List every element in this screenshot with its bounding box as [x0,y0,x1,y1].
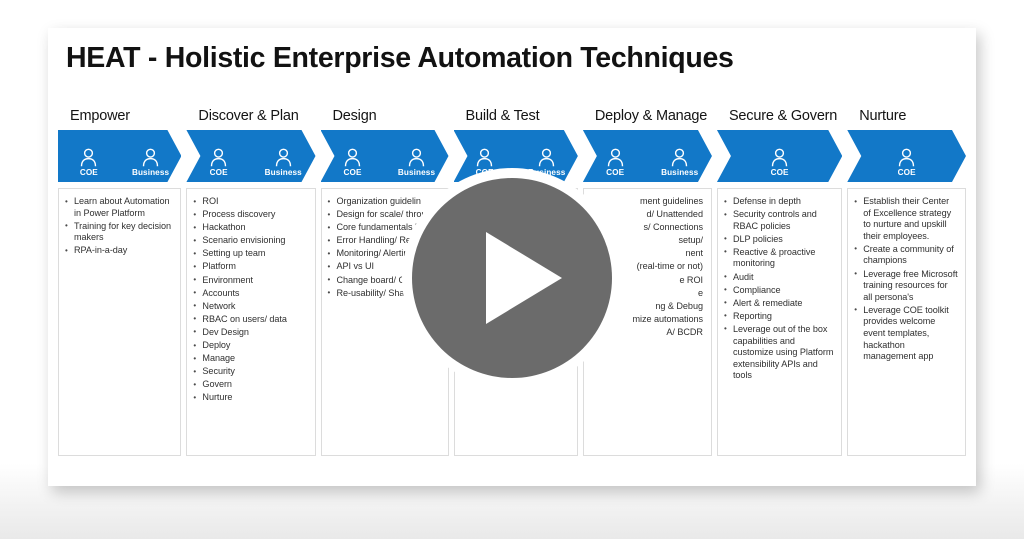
list-item: Reactive & proactive monitoring [722,246,835,270]
list-item: Learn about Automation in Power Platform [63,195,174,219]
list-item: Platform [191,261,308,273]
list-item: RPA-in-a-day [63,245,174,257]
persona: COE [58,148,120,182]
person-icon [898,148,915,167]
list-item: Manage [191,353,308,365]
phase-item-list: Defense in depthSecurity controls and RB… [722,196,835,382]
persona-label: COE [79,168,98,177]
list-item: Security [191,366,308,378]
list-item: Scenario envisioning [191,235,308,247]
list-item: Security controls and RBAC policies [722,209,835,232]
person-icon [607,148,624,167]
persona: Business [385,148,449,182]
persona-label: Business [661,168,699,177]
play-button-circle[interactable] [412,178,612,378]
phase-column: Empower COE Business Learn about Automation… [58,106,182,474]
persona-label: COE [770,168,789,177]
list-item: Reporting [722,310,835,323]
persona-label: COE [209,168,228,177]
list-item: Dev Design [191,326,308,339]
persona: COE [186,148,251,182]
phase-column: Nurture COE Establish their Center of Exce… [847,106,966,474]
page-title: HEAT - Holistic Enterprise Automation Te… [66,42,734,74]
phase-header: Empower [70,108,130,124]
person-icon [538,148,555,167]
phase-item-list: Learn about Automation in Power Platform… [63,195,174,257]
persona-label: Business [131,168,170,177]
person-icon [771,148,788,167]
person-icon [275,148,292,167]
person-icon [476,148,493,167]
list-item: Establish their Center of Excellence str… [852,195,959,242]
persona-label: Business [264,168,302,177]
person-icon [80,148,97,167]
phase-column: Secure & Govern COE Defense in depthSecuri… [716,106,843,474]
phase-content-box: ROIProcess discoveryHackathonScenario en… [186,188,316,456]
persona: COE [321,148,385,182]
persona: COE [583,148,648,182]
list-item: Compliance [722,284,835,297]
phase-chevron: COE Business [583,130,712,182]
list-item: Network [191,300,308,313]
list-item: Process discovery [191,209,308,221]
phase-column: Discover & Plan COE Business ROIProcess dis… [186,106,316,474]
phase-header: Build & Test [465,108,540,124]
list-item: Alert & remediate [722,297,835,310]
phase-chevron: COE [717,130,842,182]
list-item: Deploy [191,340,308,352]
persona-label: COE [897,168,916,177]
phase-chevron: COE Business [186,130,315,182]
phase-header: Secure & Govern [728,108,838,124]
list-item: Setting up team [191,248,308,260]
persona: Business [251,148,316,182]
person-icon [142,148,159,167]
persona-label: COE [343,168,362,177]
persona: Business [647,148,712,182]
list-item: Leverage free Microsoft training resourc… [852,268,959,304]
list-item: Defense in depth [722,196,835,208]
list-item: Hackathon [191,222,308,234]
phase-chevron: COE Business [58,130,181,182]
person-icon [408,148,425,167]
list-item: Nurture [191,392,308,404]
list-item: Environment [191,274,308,287]
person-icon [344,148,361,167]
page-background: HEAT - Holistic Enterprise Automation Te… [0,0,1024,539]
persona: Business [120,148,182,182]
list-item: Audit [722,271,835,284]
phase-content-box: Establish their Center of Excellence str… [847,188,966,456]
list-item: ROI [191,196,308,208]
phase-header: Deploy & Manage [594,108,708,124]
list-item: RBAC on users/ data [191,313,308,326]
phase-chevron: COE [847,130,966,182]
play-icon [486,232,562,324]
list-item: Training for key decision makers [63,220,174,244]
phase-header: Nurture [859,108,907,124]
persona: COE [717,148,842,182]
list-item: Leverage out of the box capabilities and… [722,323,835,382]
persona-label: COE [606,168,625,177]
list-item: DLP policies [722,233,835,246]
list-item: Govern [191,379,308,391]
list-item: Accounts [191,287,308,300]
video-play-overlay[interactable] [402,168,622,388]
phase-item-list: Establish their Center of Excellence str… [852,195,959,363]
phase-chevron: COE Business [321,130,449,182]
person-icon [671,148,688,167]
phase-item-list: ROIProcess discoveryHackathonScenario en… [191,196,308,404]
phase-content-box: Learn about Automation in Power Platform… [58,188,182,456]
list-item: Leverage COE toolkit provides welcome ev… [852,304,959,363]
persona: COE [847,148,966,182]
persona-label: Business [397,168,436,177]
list-item: Create a community of champions [852,243,959,267]
phase-header: Discover & Plan [198,108,299,124]
phase-content-box: Defense in depthSecurity controls and RB… [716,188,843,456]
person-icon [210,148,227,167]
phase-header: Design [332,108,377,124]
